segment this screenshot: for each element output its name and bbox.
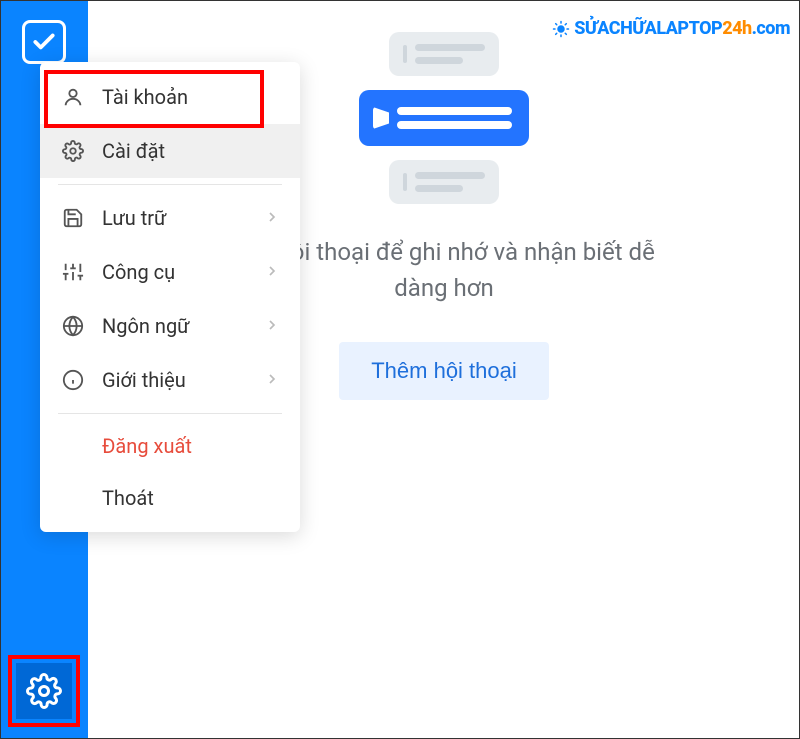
menu-label: Cài đặt — [102, 139, 165, 163]
menu-item-language[interactable]: Ngôn ngữ — [40, 299, 300, 353]
settings-popup-menu: Tài khoản Cài đặt Lưu trữ Công cụ Ngôn n… — [40, 62, 300, 532]
checkbox-button[interactable] — [22, 20, 66, 64]
sliders-icon — [60, 259, 86, 285]
watermark-part2: 24h — [722, 18, 751, 39]
menu-label: Lưu trữ — [102, 206, 166, 230]
menu-divider — [58, 413, 282, 414]
menu-label: Thoát — [102, 486, 154, 510]
gear-icon — [26, 673, 62, 709]
menu-label: Đăng xuất — [102, 434, 192, 458]
menu-item-tools[interactable]: Công cụ — [40, 245, 300, 299]
chevron-right-icon — [264, 260, 280, 284]
chevron-right-icon — [264, 206, 280, 230]
menu-item-logout[interactable]: Đăng xuất — [40, 420, 300, 472]
chat-bubble-large — [359, 90, 529, 146]
add-conversation-button[interactable]: Thêm hội thoại — [339, 342, 549, 400]
info-icon — [60, 367, 86, 393]
menu-label: Giới thiệu — [102, 368, 186, 392]
watermark-logo: SỬACHỮALAPTOP24h.com — [552, 18, 790, 39]
menu-label: Tài khoản — [102, 85, 188, 109]
user-icon — [60, 84, 86, 110]
sun-icon — [552, 20, 570, 38]
menu-divider — [58, 184, 282, 185]
watermark-part1: SỬACHỮALAPTOP — [574, 18, 722, 39]
menu-item-exit[interactable]: Thoát — [40, 472, 300, 524]
chevron-right-icon — [264, 314, 280, 338]
gear-icon — [60, 138, 86, 164]
globe-icon — [60, 313, 86, 339]
menu-item-about[interactable]: Giới thiệu — [40, 353, 300, 407]
menu-item-settings[interactable]: Cài đặt — [40, 124, 300, 178]
settings-button-highlight — [8, 655, 80, 727]
watermark-part3: .com — [752, 18, 790, 39]
menu-item-account[interactable]: Tài khoản — [40, 70, 300, 124]
menu-label: Ngôn ngữ — [102, 314, 190, 338]
settings-button[interactable] — [16, 663, 72, 719]
chat-illustration — [359, 32, 529, 204]
chat-bubble-small — [389, 160, 499, 204]
chevron-right-icon — [264, 368, 280, 392]
check-icon — [31, 29, 57, 55]
menu-label: Công cụ — [102, 260, 175, 284]
chat-bubble-small — [389, 32, 499, 76]
save-icon — [60, 205, 86, 231]
menu-item-storage[interactable]: Lưu trữ — [40, 191, 300, 245]
